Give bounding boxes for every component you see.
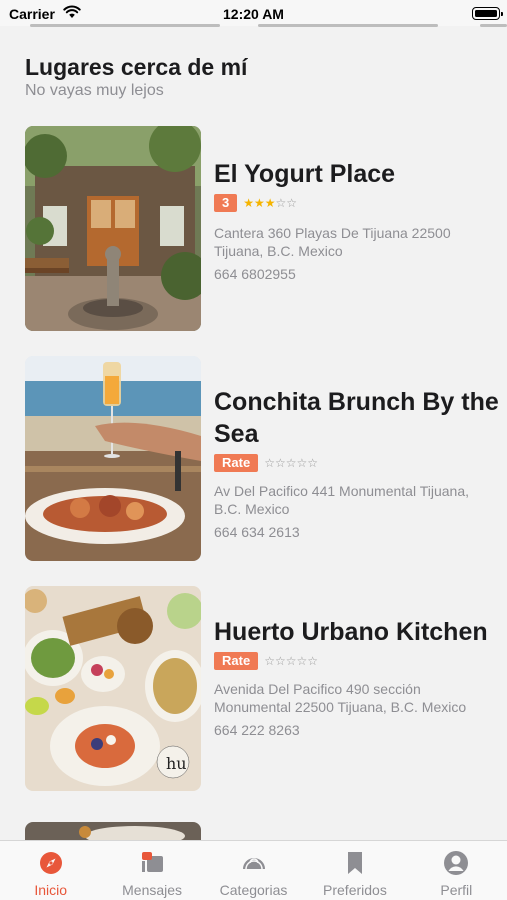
place-image (25, 126, 201, 331)
tab-label: Inicio (34, 882, 68, 898)
carousel-edge (30, 24, 220, 27)
tab-inicio[interactable]: Inicio (0, 841, 101, 900)
profile-icon (444, 851, 469, 875)
place-card[interactable]: El Yogurt Place 3 ★★★☆☆ Cantera 360 Play… (25, 126, 485, 331)
rate-badge[interactable]: Rate (214, 652, 259, 670)
tab-label: Categorias (219, 882, 288, 898)
tab-label: Mensajes (122, 882, 183, 898)
carousel-edge (480, 24, 507, 27)
star-rating-icon: ★★★☆☆ (243, 196, 298, 210)
place-phone[interactable]: 664 222 8263 (214, 722, 499, 738)
tab-preferidos[interactable]: Preferidos (304, 841, 405, 900)
place-info: Conchita Brunch By the Sea Rate ☆☆☆☆☆ Av… (214, 356, 499, 540)
carousel-edge (258, 24, 438, 27)
compass-icon (39, 852, 62, 874)
place-phone[interactable]: 664 6802955 (214, 266, 499, 282)
place-image: hu (25, 586, 201, 791)
place-phone[interactable]: 664 634 2613 (214, 524, 499, 540)
status-bar: Carrier 12:20 AM (0, 0, 507, 26)
place-info: El Yogurt Place 3 ★★★☆☆ Cantera 360 Play… (214, 126, 499, 282)
bookmark-icon (347, 852, 362, 874)
rating-row: Rate ☆☆☆☆☆ (214, 454, 499, 472)
tab-mensajes[interactable]: Mensajes (101, 841, 202, 900)
place-name: Huerto Urbano Kitchen (214, 618, 488, 646)
place-card[interactable] (25, 822, 485, 840)
tacos-icon (242, 858, 265, 870)
tab-categorias[interactable]: Categorias (203, 841, 304, 900)
rating-row: 3 ★★★☆☆ (214, 194, 499, 212)
place-name: El Yogurt Place (214, 160, 396, 188)
star-rating-icon: ☆☆☆☆☆ (264, 456, 318, 470)
place-card[interactable]: hu Huerto Urbano Kitchen Rate ☆☆☆☆☆ Aven… (25, 586, 488, 791)
tab-label: Preferidos (323, 882, 387, 898)
star-rating-icon: ☆☆☆☆☆ (264, 654, 318, 668)
messages-icon (142, 852, 164, 872)
svg-text:hu: hu (166, 754, 187, 773)
rate-badge[interactable]: Rate (214, 454, 259, 472)
tab-bar: Inicio Mensajes Categorias Preferidos Pe… (0, 840, 507, 900)
tab-perfil[interactable]: Perfil (406, 841, 507, 900)
section-title: Lugares cerca de mí (25, 54, 248, 80)
place-address: Av Del Pacifico 441 Monumental Tijuana, … (214, 483, 469, 517)
status-time: 12:20 AM (223, 6, 284, 22)
tab-label: Perfil (440, 882, 473, 898)
place-card[interactable]: Conchita Brunch By the Sea Rate ☆☆☆☆☆ Av… (25, 356, 499, 561)
section-subtitle: No vayas muy lejos (25, 82, 164, 99)
place-address: Avenida Del Pacifico 490 sección Monumen… (214, 681, 467, 715)
rating-row: Rate ☆☆☆☆☆ (214, 652, 499, 670)
price-badge: 3 (214, 194, 238, 212)
place-address: Cantera 360 Playas De Tijuana 22500 Tiju… (214, 225, 451, 259)
place-info: Huerto Urbano Kitchen Rate ☆☆☆☆☆ Avenida… (214, 586, 499, 738)
place-image (25, 356, 201, 561)
battery-icon (472, 7, 503, 20)
place-name: Conchita Brunch By the Sea (214, 388, 499, 448)
place-image (25, 822, 201, 840)
